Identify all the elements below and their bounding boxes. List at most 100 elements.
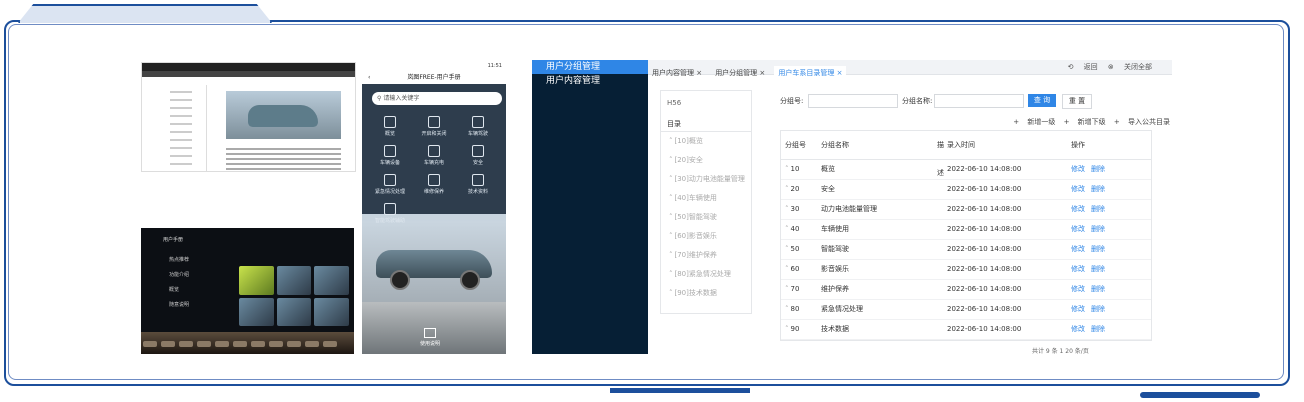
pc-car-image: [226, 91, 341, 139]
menu-item-assist[interactable]: 智能驾驶辅助: [368, 203, 412, 224]
edit-link[interactable]: 修改: [1071, 265, 1085, 273]
frame-bottom-accent-right: [1140, 392, 1260, 398]
car-screen-tiles: [239, 266, 349, 326]
table-row[interactable]: ˄ 30 动力电池能量管理 2022-06-10 14:08:00 修改 删除: [781, 200, 1151, 220]
phone-footer-button[interactable]: 使用说明: [420, 328, 440, 347]
table-row[interactable]: ˄ 90 技术数据 2022-06-10 14:08:00 修改 删除: [781, 320, 1151, 340]
tree-item[interactable]: ˄ [90]技术数据: [661, 284, 751, 303]
table-row[interactable]: ˄ 70 维护保养 2022-06-10 14:08:00 修改 删除: [781, 280, 1151, 300]
phone-title: 岚图FREE-用户手册: [407, 74, 461, 81]
edit-link[interactable]: 修改: [1071, 245, 1085, 253]
tab-catalog-mgmt[interactable]: 用户车系目录管理 ×: [774, 66, 847, 80]
tree-item[interactable]: ˄ [70]维护保养: [661, 246, 751, 265]
menu-item-safety[interactable]: 安全: [456, 145, 500, 166]
menu-item-driving[interactable]: 车辆驾驶: [456, 116, 500, 137]
phone-header: ‹ 岚图FREE-用户手册: [362, 72, 506, 84]
menu-item-maintenance[interactable]: 维修保养: [412, 174, 456, 195]
menu-item-overview[interactable]: 概览: [368, 116, 412, 137]
delete-link[interactable]: 删除: [1091, 205, 1105, 213]
edit-link[interactable]: 修改: [1071, 225, 1085, 233]
frame-bottom-accent: [610, 388, 750, 393]
menu-item-tech-data[interactable]: 技术资料: [456, 174, 500, 195]
table-row[interactable]: ˄ 40 车辆使用 2022-06-10 14:08:00 修改 删除: [781, 220, 1151, 240]
book-icon: [384, 116, 396, 128]
query-button[interactable]: 查 询: [1028, 94, 1056, 107]
tab-content-mgmt[interactable]: 用户内容管理 ×: [648, 66, 706, 80]
col-time: 录入时间: [947, 141, 975, 149]
phone-menu-grid: 概览 开启和关闭 车辆驾驶 车辆设备 车辆充电 安全 紧急情况处理 维修保养 技…: [368, 116, 500, 224]
status-time: 11:51: [487, 63, 502, 69]
lock-icon: [428, 116, 440, 128]
car-menu-item: 概览: [169, 287, 180, 293]
warning-icon: [384, 174, 396, 186]
phone-car-image: [376, 242, 494, 290]
car-physical-buttons: [141, 332, 354, 354]
edit-link[interactable]: 修改: [1071, 185, 1085, 193]
table-row[interactable]: ˄ 50 智能驾驶 2022-06-10 14:08:00 修改 删除: [781, 240, 1151, 260]
tree-item[interactable]: ˄ [20]安全: [661, 151, 751, 170]
delete-link[interactable]: 删除: [1091, 265, 1105, 273]
group-no-label: 分组号:: [780, 97, 804, 105]
tab-bar: 用户内容管理 × 用户分组管理 × 用户车系目录管理 × ⟲ 返回 ⊗ 关闭全部: [648, 60, 1172, 80]
col-actions: 操作: [1071, 141, 1085, 149]
table-row[interactable]: ˄ 80 紧急情况处理 2022-06-10 14:08:00 修改 删除: [781, 300, 1151, 320]
tree-item[interactable]: ˄ [10]概览: [661, 132, 751, 151]
car-menu-item: 热点推荐: [169, 257, 190, 263]
delete-link[interactable]: 删除: [1091, 325, 1105, 333]
edit-link[interactable]: 修改: [1071, 305, 1085, 313]
edit-link[interactable]: 修改: [1071, 165, 1085, 173]
car-shape: [248, 105, 318, 127]
table-row[interactable]: ˄ 60 影音娱乐 2022-06-10 14:08:00 修改 删除: [781, 260, 1151, 280]
close-all-button[interactable]: ⊗ 关闭全部: [1108, 63, 1152, 71]
delete-link[interactable]: 删除: [1091, 165, 1105, 173]
edit-link[interactable]: 修改: [1071, 325, 1085, 333]
table-row[interactable]: ˄ 10 概览 2022-06-10 14:08:00 修改 删除: [781, 160, 1151, 180]
tree-item[interactable]: ˄ [50]智能驾驶: [661, 208, 751, 227]
import-catalog-button[interactable]: + 导入公共目录: [1114, 118, 1170, 126]
phone-search-input[interactable]: ⚲ 请输入关键字: [372, 92, 502, 105]
tree-item[interactable]: ˄ [60]影音娱乐: [661, 227, 751, 246]
group-name-input[interactable]: [934, 94, 1024, 108]
menu-item-equipment[interactable]: 车辆设备: [368, 145, 412, 166]
tree-item[interactable]: ˄ [30]动力电池能量管理: [661, 170, 751, 189]
add-top-level-button[interactable]: + 新增一级: [1013, 118, 1055, 126]
phone-manual-screenshot: 11:51 ‹ 岚图FREE-用户手册 ⚲ 请输入关键字 概览 开启和关闭 车辆…: [362, 62, 506, 354]
back-button[interactable]: ⟲ 返回: [1068, 63, 1098, 71]
menu-item-charging[interactable]: 车辆充电: [412, 145, 456, 166]
catalog-tree: H56 目录 ˄ [10]概览 ˄ [20]安全 ˄ [30]动力电池能量管理 ˄ [4…: [660, 90, 752, 314]
col-desc: 描述: [937, 141, 944, 177]
edit-link[interactable]: 修改: [1071, 285, 1085, 293]
frame-top-tab: [18, 4, 272, 23]
car-menu-item: 功能介绍: [169, 272, 190, 278]
seatbelt-icon: [472, 145, 484, 157]
tree-code: H56: [667, 99, 682, 107]
edit-link[interactable]: 修改: [1071, 205, 1085, 213]
delete-link[interactable]: 删除: [1091, 225, 1105, 233]
search-placeholder: 请输入关键字: [383, 95, 420, 102]
menu-item-open-close[interactable]: 开启和关闭: [412, 116, 456, 137]
delete-link[interactable]: 删除: [1091, 245, 1105, 253]
document-icon: [472, 174, 484, 186]
tree-item[interactable]: ˄ [40]车辆使用: [661, 189, 751, 208]
reset-button[interactable]: 重 置: [1062, 94, 1092, 109]
add-child-button[interactable]: + 新增下级: [1064, 118, 1106, 126]
tab-group-mgmt[interactable]: 用户分组管理 ×: [711, 66, 769, 80]
delete-link[interactable]: 删除: [1091, 285, 1105, 293]
tree-item[interactable]: ˄ [80]紧急情况处理: [661, 265, 751, 284]
table-row[interactable]: ˄ 20 安全 2022-06-10 14:08:00 修改 删除: [781, 180, 1151, 200]
sidebar-item-content-mgmt[interactable]: 用户内容管理: [532, 74, 648, 88]
back-icon[interactable]: ‹: [368, 72, 370, 84]
sidebar-item-group-mgmt[interactable]: 用户分组管理: [532, 60, 648, 74]
delete-link[interactable]: 删除: [1091, 185, 1105, 193]
pc-top-bar: [142, 63, 355, 71]
sidebar: 用户分组管理 用户内容管理: [532, 60, 648, 354]
pc-manual-screenshot: [141, 62, 356, 172]
charging-icon: [428, 145, 440, 157]
pagination[interactable]: 共计 9 条 1 20 条/页: [1032, 346, 1089, 354]
menu-item-emergency[interactable]: 紧急情况处理: [368, 174, 412, 195]
col-group-name: 分组名称: [821, 141, 849, 149]
group-no-input[interactable]: [808, 94, 898, 108]
car-screen-menu: 热点推荐 功能介绍 概览 随意说明: [169, 256, 229, 316]
delete-link[interactable]: 删除: [1091, 305, 1105, 313]
car-menu-item: 随意说明: [169, 302, 190, 308]
